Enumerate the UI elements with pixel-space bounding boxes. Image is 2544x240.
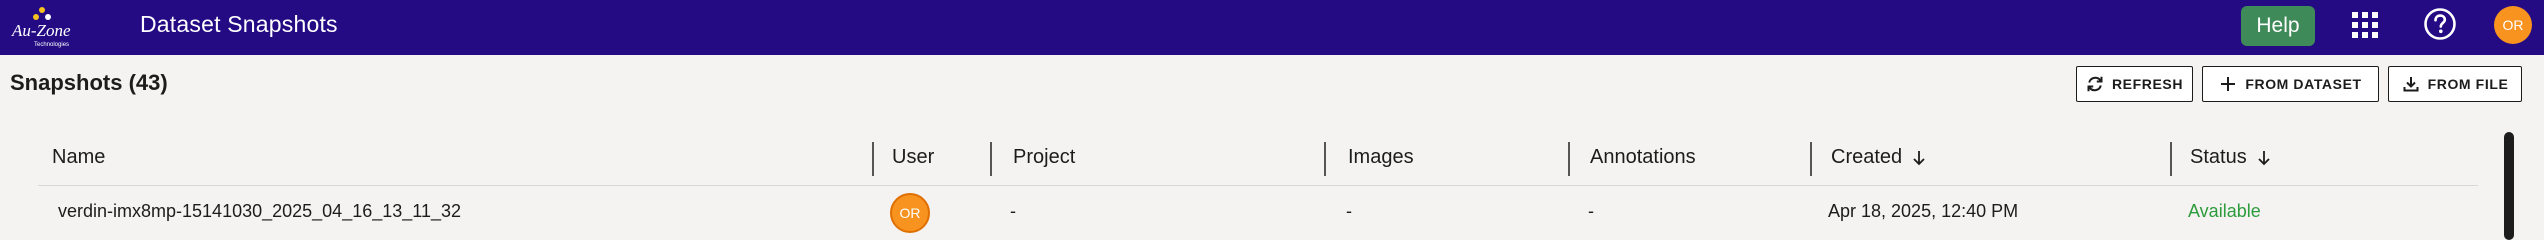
from-dataset-button[interactable]: FROM DATASET [2202,66,2379,102]
column-resize-handle[interactable] [872,142,874,176]
column-header-name[interactable]: Name [52,146,105,169]
top-app-bar: Au-Zone Technologies Dataset Snapshots H… [0,0,2544,55]
page-title: Snapshots (43) [10,70,168,95]
column-resize-handle[interactable] [2170,142,2172,176]
refresh-label: REFRESH [2111,76,2184,92]
column-header-project[interactable]: Project [1013,146,1075,169]
user-avatar[interactable]: OR [2494,6,2532,44]
snapshots-table: Name User Project Images Annotations Cre… [38,134,2478,240]
cell-images: - [1346,201,1352,221]
column-header-images[interactable]: Images [1348,146,1414,169]
column-header-annotations[interactable]: Annotations [1590,146,1696,169]
sort-arrow-down-icon [2258,150,2270,165]
cell-name[interactable]: verdin-imx8mp-15141030_2025_04_16_13_11_… [58,201,461,222]
grid-apps-icon[interactable] [2350,10,2378,38]
sort-arrow-down-icon [1913,150,1925,165]
column-resize-handle[interactable] [990,142,992,176]
from-file-label: FROM FILE [2427,76,2509,92]
svg-text:Technologies: Technologies [34,42,69,48]
cell-status: Available [2188,201,2261,221]
refresh-icon [2087,76,2103,92]
column-resize-handle[interactable] [1810,142,1812,176]
table-row[interactable]: verdin-imx8mp-15141030_2025_04_16_13_11_… [38,186,2478,240]
row-user-avatar[interactable]: OR [890,193,930,233]
table-header: Name User Project Images Annotations Cre… [38,134,2478,186]
question-circle-icon[interactable] [2423,7,2457,41]
column-header-status[interactable]: Status [2190,146,2273,169]
column-resize-handle[interactable] [1324,142,1326,176]
column-header-created[interactable]: Created [1831,146,1928,169]
svg-text:Au-Zone: Au-Zone [11,21,71,40]
refresh-button[interactable]: REFRESH [2076,66,2193,102]
download-icon [2403,77,2419,92]
column-header-user[interactable]: User [892,146,934,169]
cell-project: - [1010,201,1016,221]
cell-created: Apr 18, 2025, 12:40 PM [1828,201,2019,221]
app-title: Dataset Snapshots [140,11,338,37]
plus-icon [2221,77,2236,91]
column-resize-handle[interactable] [1568,142,1570,176]
from-dataset-label: FROM DATASET [2245,76,2362,92]
au-zone-logo[interactable]: Au-Zone Technologies [8,4,90,50]
help-button[interactable]: Help [2241,6,2315,46]
vertical-scrollbar[interactable] [2504,132,2514,240]
from-file-button[interactable]: FROM FILE [2388,66,2522,102]
cell-annotations: - [1588,201,1594,221]
